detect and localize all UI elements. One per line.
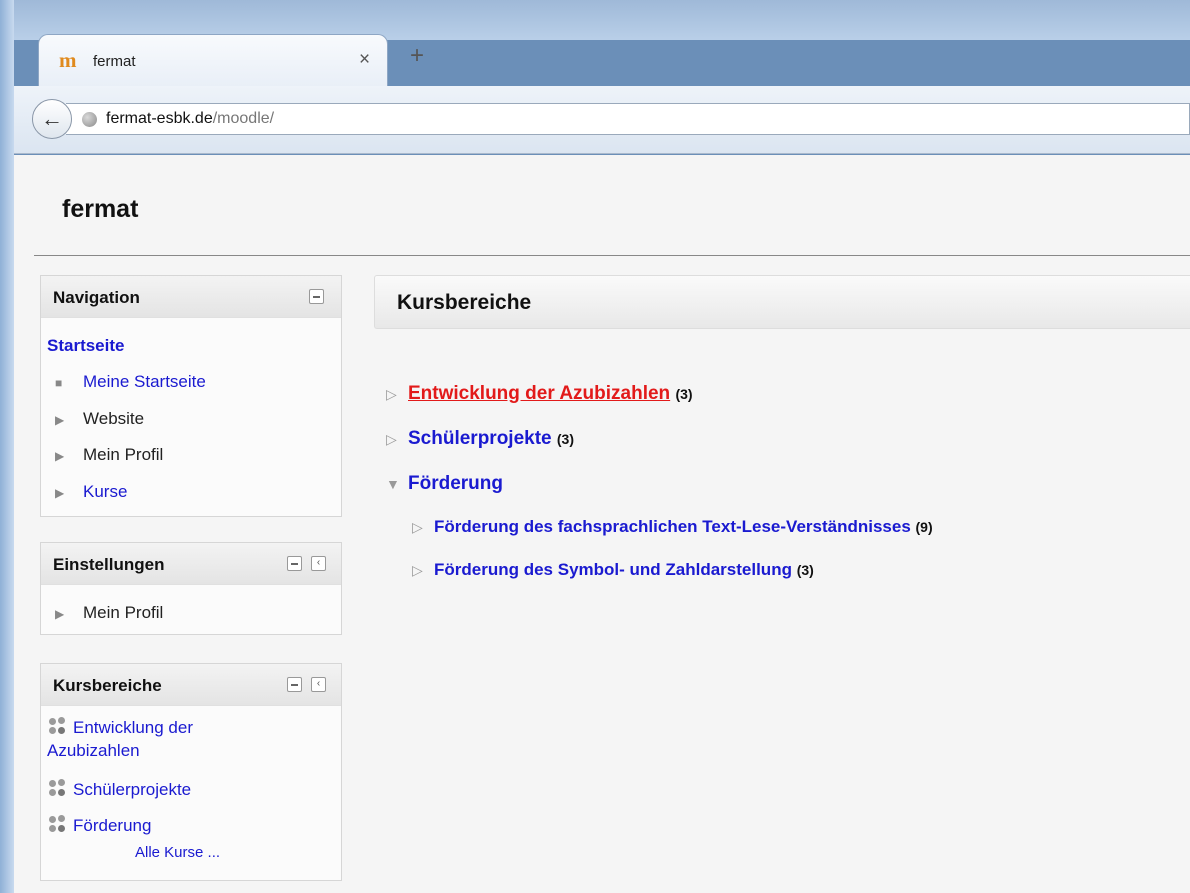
course-count: (3) — [796, 562, 814, 578]
url-path: /moodle/ — [212, 110, 275, 127]
category-link[interactable]: Förderung des fachsprachlichen Text-Lese… — [434, 517, 911, 536]
course-categories-block-header: Kursbereiche ‹ — [41, 664, 341, 706]
expand-arrow-icon: ▶ — [55, 449, 65, 463]
subcategory-row[interactable]: ▷ Förderung des Symbol- und Zahldarstellu… — [412, 560, 814, 580]
category-label: Entwicklung der — [73, 718, 194, 737]
course-categories-block: Kursbereiche ‹ Entwicklung der Azubizahl… — [40, 663, 342, 881]
subcategory-row[interactable]: ▷ Förderung des fachsprachlichen Text-Les… — [412, 517, 933, 537]
main-header: Kursbereiche — [374, 275, 1190, 329]
category-row[interactable]: ▷ Entwicklung der Azubizahlen (3) — [386, 383, 693, 405]
collapsed-triangle-icon: ▷ — [412, 519, 423, 535]
expand-arrow-icon: ▶ — [55, 486, 65, 500]
category-link[interactable]: Förderung des Symbol- und Zahldarstellun… — [434, 560, 792, 579]
square-bullet-icon: ■ — [55, 376, 63, 390]
category-icon — [47, 716, 67, 736]
nav-item-label: Website — [83, 409, 145, 428]
main-title: Kursbereiche — [397, 291, 532, 314]
category-link[interactable]: Schülerprojekte — [408, 428, 552, 449]
category-link[interactable]: Förderung — [408, 473, 503, 494]
minimize-block-icon[interactable] — [287, 556, 302, 571]
category-icon — [47, 814, 67, 834]
course-categories-block-title: Kursbereiche — [53, 676, 162, 695]
nav-item-label: Kurse — [83, 482, 128, 501]
browser-tab[interactable]: m fermat × — [38, 34, 388, 86]
expand-arrow-icon: ▶ — [55, 413, 65, 427]
minimize-block-icon[interactable] — [309, 289, 324, 304]
new-tab-button[interactable]: + — [410, 42, 424, 70]
url-text: fermat-esbk.de/moodle/ — [106, 110, 274, 128]
expand-arrow-icon: ▶ — [55, 607, 65, 621]
category-row[interactable]: ▼ Förderung — [386, 473, 503, 495]
close-tab-icon[interactable]: × — [359, 49, 370, 71]
expanded-triangle-icon: ▼ — [386, 476, 400, 492]
page-content: fermat Navigation Startseite ■ Meine Sta… — [14, 155, 1190, 893]
collapsed-triangle-icon: ▷ — [386, 431, 397, 447]
globe-icon — [82, 112, 97, 127]
navigation-block-title: Navigation — [53, 288, 140, 307]
minimize-block-icon[interactable] — [287, 677, 302, 692]
category-label-continued: Azubizahlen — [47, 741, 140, 760]
course-count: (3) — [675, 386, 693, 402]
dock-block-icon[interactable]: ‹ — [311, 556, 326, 571]
navigation-block-header: Navigation — [41, 276, 341, 318]
header-divider — [34, 255, 1190, 256]
navigation-block: Navigation Startseite ■ Meine Startseite… — [40, 275, 342, 517]
site-title[interactable]: fermat — [62, 195, 138, 224]
collapsed-triangle-icon: ▷ — [412, 562, 423, 578]
category-item[interactable]: Schülerprojekte — [47, 778, 191, 801]
dock-block-icon[interactable]: ‹ — [311, 677, 326, 692]
category-icon — [47, 778, 67, 798]
back-button[interactable]: ← — [32, 99, 72, 139]
category-link[interactable]: Entwicklung der Azubizahlen — [408, 383, 670, 404]
settings-block: Einstellungen ‹ ▶ Mein Profil — [40, 542, 342, 635]
category-label: Schülerprojekte — [73, 780, 192, 799]
nav-item-label: Mein Profil — [83, 445, 164, 464]
settings-item-label: Mein Profil — [83, 603, 164, 622]
window-left-edge — [0, 0, 14, 893]
category-item[interactable]: Förderung — [47, 814, 151, 837]
category-row[interactable]: ▷ Schülerprojekte (3) — [386, 428, 574, 450]
moodle-icon: m — [59, 48, 76, 72]
browser-toolbar: fermat-esbk.de/moodle/ ← — [14, 86, 1190, 154]
course-count: (9) — [915, 519, 933, 535]
collapsed-triangle-icon: ▷ — [386, 386, 397, 402]
address-bar[interactable]: fermat-esbk.de/moodle/ — [66, 103, 1190, 135]
url-host: fermat-esbk.de — [106, 110, 213, 127]
category-item[interactable]: Entwicklung der Azubizahlen — [47, 716, 193, 762]
all-courses-link[interactable]: Alle Kurse ... — [135, 844, 220, 861]
course-count: (3) — [556, 431, 575, 447]
settings-block-title: Einstellungen — [53, 555, 165, 574]
nav-item-label: Meine Startseite — [83, 372, 206, 391]
tab-title: fermat — [93, 53, 136, 70]
nav-home-link[interactable]: Startseite — [47, 336, 124, 356]
category-label: Förderung — [73, 816, 152, 835]
settings-block-header: Einstellungen ‹ — [41, 543, 341, 585]
